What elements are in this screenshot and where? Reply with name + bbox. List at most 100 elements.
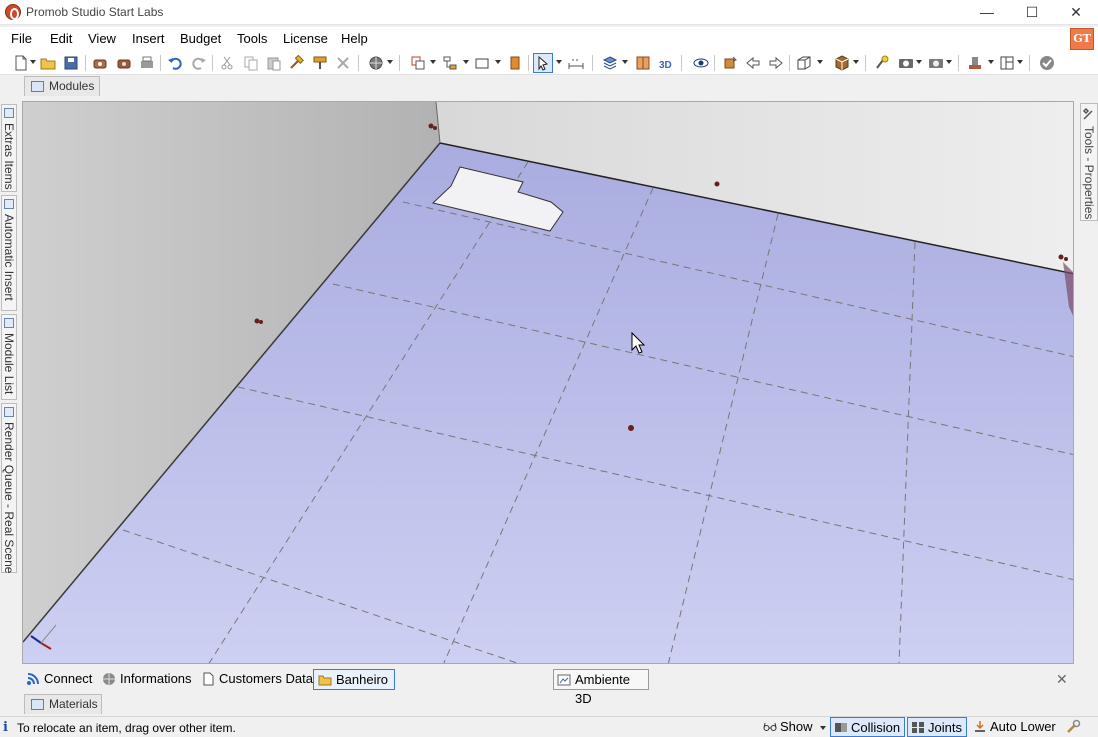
- close-view-button[interactable]: ✕: [1056, 671, 1068, 688]
- tab-extras-items[interactable]: Extras Items: [1, 104, 17, 192]
- joints-toggle[interactable]: Joints: [907, 717, 967, 737]
- tools-properties-label: Tools - Properties: [1082, 126, 1096, 220]
- render-alt-icon[interactable]: [115, 54, 133, 72]
- light-icon[interactable]: [873, 54, 891, 72]
- auto-lower-label: Auto Lower: [990, 719, 1056, 734]
- tab-tools-properties[interactable]: Tools - Properties: [1080, 103, 1098, 221]
- 3d-icon[interactable]: 3D: [657, 54, 675, 72]
- tab-ambiente-3d[interactable]: Ambiente 3D: [553, 669, 649, 706]
- select-cursor-icon[interactable]: [533, 53, 553, 73]
- print-icon[interactable]: [138, 54, 156, 72]
- module-list-label: Module List: [2, 333, 16, 395]
- cut-icon[interactable]: [218, 54, 236, 72]
- main-toolbar: 3D: [0, 51, 1098, 75]
- informations-label: Informations: [120, 671, 192, 686]
- menu-bar: File Edit View Insert Budget Tools Licen…: [0, 27, 1098, 51]
- status-bar: i To relocate an item, drag over other i…: [0, 716, 1098, 737]
- collision-toggle[interactable]: Collision: [830, 717, 906, 737]
- new-file-icon[interactable]: [12, 54, 30, 72]
- modules-icon: [31, 81, 44, 92]
- panels-icon[interactable]: [998, 54, 1016, 72]
- document-icon: [203, 672, 214, 686]
- show-label: Show: [780, 719, 813, 734]
- joints-label: Joints: [928, 720, 962, 735]
- delete-icon[interactable]: [334, 54, 352, 72]
- rss-icon: [27, 673, 39, 685]
- 3d-viewport[interactable]: [22, 101, 1074, 664]
- glasses-icon: [763, 722, 777, 731]
- camera-icon[interactable]: [897, 54, 915, 72]
- menu-file[interactable]: File: [11, 31, 32, 46]
- copy-icon[interactable]: [242, 54, 260, 72]
- tab-connect[interactable]: Connect: [22, 669, 92, 690]
- move-left-icon[interactable]: [744, 54, 762, 72]
- layers-icon[interactable]: [601, 54, 619, 72]
- tab-banheiro[interactable]: Banheiro: [313, 669, 396, 690]
- menu-edit[interactable]: Edit: [50, 31, 72, 46]
- cube-icon[interactable]: [833, 54, 851, 72]
- close-window-button[interactable]: ✕: [1053, 0, 1098, 25]
- user-badge[interactable]: GT: [1070, 28, 1094, 50]
- rotate-icon[interactable]: [721, 54, 739, 72]
- render-icon[interactable]: [91, 54, 109, 72]
- tab-automatic-insert[interactable]: Automatic Insert: [1, 195, 17, 311]
- auto-lower-toggle[interactable]: Auto Lower: [970, 717, 1056, 737]
- minimize-button[interactable]: —: [964, 0, 1010, 25]
- undo-icon[interactable]: [166, 54, 184, 72]
- open-folder-icon[interactable]: [39, 54, 57, 72]
- hammer-icon[interactable]: [288, 54, 306, 72]
- scene-3d-icon: [557, 674, 571, 686]
- info-globe-icon: [103, 673, 115, 685]
- auto-lower-icon: [975, 721, 985, 732]
- info-icon: i: [3, 720, 8, 735]
- modules-label: Modules: [49, 79, 95, 93]
- stamp-icon[interactable]: [966, 54, 984, 72]
- wrench-icon[interactable]: [1065, 719, 1081, 735]
- check-icon[interactable]: [1038, 54, 1056, 72]
- render-queue-label: Render Queue - Real Scene: [2, 422, 16, 574]
- tab-informations[interactable]: Informations: [98, 669, 192, 690]
- show-dropdown[interactable]: Show: [760, 717, 827, 737]
- move-right-icon[interactable]: [767, 54, 785, 72]
- menu-tools[interactable]: Tools: [237, 31, 267, 46]
- extras-items-icon: [4, 108, 14, 118]
- tab-module-list[interactable]: Module List: [1, 314, 17, 400]
- paste-icon[interactable]: [265, 54, 283, 72]
- rectangle-icon[interactable]: [473, 54, 491, 72]
- tab-render-queue[interactable]: Render Queue - Real Scene: [1, 403, 17, 573]
- menu-help[interactable]: Help: [341, 31, 368, 46]
- svg-text:3D: 3D: [659, 60, 672, 71]
- automatic-insert-label: Automatic Insert: [2, 214, 16, 301]
- connect-label: Connect: [44, 671, 93, 686]
- left-side-panels: Extras Items Automatic Insert Module Lis…: [0, 100, 18, 575]
- menu-budget[interactable]: Budget: [180, 31, 221, 46]
- redo-icon[interactable]: [190, 54, 208, 72]
- save-icon[interactable]: [62, 54, 80, 72]
- maximize-button[interactable]: ☐: [1009, 0, 1055, 25]
- menu-view[interactable]: View: [88, 31, 116, 46]
- cabinet-icon[interactable]: [634, 54, 652, 72]
- door-icon[interactable]: [506, 54, 524, 72]
- paint-icon[interactable]: [311, 54, 329, 72]
- modules-panel-tab[interactable]: Modules: [24, 76, 100, 96]
- camera-alt-icon[interactable]: [927, 54, 945, 72]
- group-icon[interactable]: [409, 54, 427, 72]
- materials-panel-tab[interactable]: Materials: [24, 694, 102, 714]
- promob-logo-icon: [5, 4, 21, 20]
- materials-label: Materials: [49, 697, 98, 711]
- banheiro-label: Banheiro: [336, 672, 389, 687]
- ambiente-3d-label: Ambiente 3D: [575, 672, 630, 706]
- globe-icon[interactable]: [367, 54, 385, 72]
- customers-data-label: Customers Data: [219, 671, 313, 686]
- extras-items-label: Extras Items: [2, 123, 16, 190]
- tab-customers-data[interactable]: Customers Data: [197, 669, 313, 690]
- window-title: Promob Studio Start Labs: [26, 5, 164, 19]
- module-list-icon: [4, 318, 14, 328]
- box-view-icon[interactable]: [795, 54, 813, 72]
- measure-icon[interactable]: [567, 54, 585, 72]
- eye-icon[interactable]: [692, 54, 710, 72]
- automatic-insert-icon: [4, 199, 14, 209]
- hierarchy-icon[interactable]: [441, 54, 459, 72]
- menu-license[interactable]: License: [283, 31, 328, 46]
- menu-insert[interactable]: Insert: [132, 31, 165, 46]
